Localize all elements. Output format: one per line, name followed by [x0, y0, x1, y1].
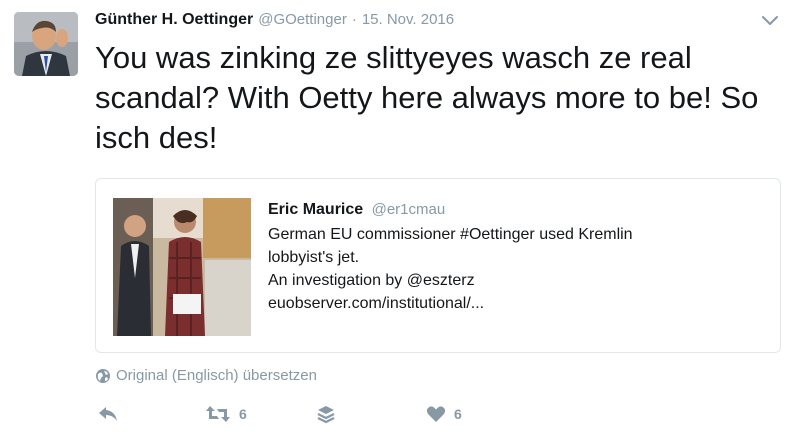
quoted-link[interactable]: euobserver.com/institutional/... [268, 292, 768, 315]
translate-link[interactable]: Original (Englisch) übersetzen [95, 367, 317, 384]
layers-icon [317, 406, 335, 424]
globe-icon [96, 368, 110, 383]
quoted-text-line: German EU commissioner #Oettinger used K… [268, 226, 633, 243]
author-avatar[interactable] [14, 12, 78, 76]
retweet-icon [206, 406, 230, 422]
chevron-down-icon[interactable] [759, 12, 781, 28]
quoted-author-name[interactable]: Eric Maurice [268, 201, 363, 218]
quoted-text-line: An investigation by @eszterz [268, 272, 475, 289]
reply-button[interactable] [97, 400, 119, 428]
separator-dot: · [351, 11, 357, 28]
like-button[interactable]: 6 [426, 400, 462, 428]
moments-button[interactable] [316, 400, 336, 428]
quoted-tweet-header: Eric Maurice @er1cmau [268, 201, 768, 219]
quoted-tweet-card[interactable]: Eric Maurice @er1cmau German EU commissi… [95, 178, 781, 353]
quoted-tweet-text: German EU commissioner #Oettinger used K… [268, 223, 768, 315]
author-name[interactable]: Günther H. Oettinger [95, 11, 253, 29]
quoted-tweet-body: Eric Maurice @er1cmau German EU commissi… [268, 201, 768, 315]
tweet-text: You was zinking ze slittyeyes wasch ze r… [95, 40, 759, 155]
reply-icon [99, 407, 117, 421]
author-handle[interactable]: @GOettinger [258, 11, 347, 28]
quoted-text-line: lobbyist's jet. [268, 249, 360, 266]
quoted-tweet-image[interactable] [113, 198, 251, 336]
tweet-actions: 6 6 [95, 400, 595, 428]
retweet-count: 6 [239, 406, 247, 422]
heart-icon [426, 406, 446, 422]
translate-label[interactable]: Original (Englisch) übersetzen [116, 367, 317, 384]
tweet-date[interactable]: 15. Nov. 2016 [362, 11, 454, 28]
retweet-button[interactable]: 6 [205, 400, 247, 428]
like-count: 6 [454, 406, 462, 422]
quoted-author-handle[interactable]: @er1cmau [372, 201, 446, 218]
tweet-header: Günther H. Oettinger @GOettinger · 15. N… [95, 11, 454, 31]
